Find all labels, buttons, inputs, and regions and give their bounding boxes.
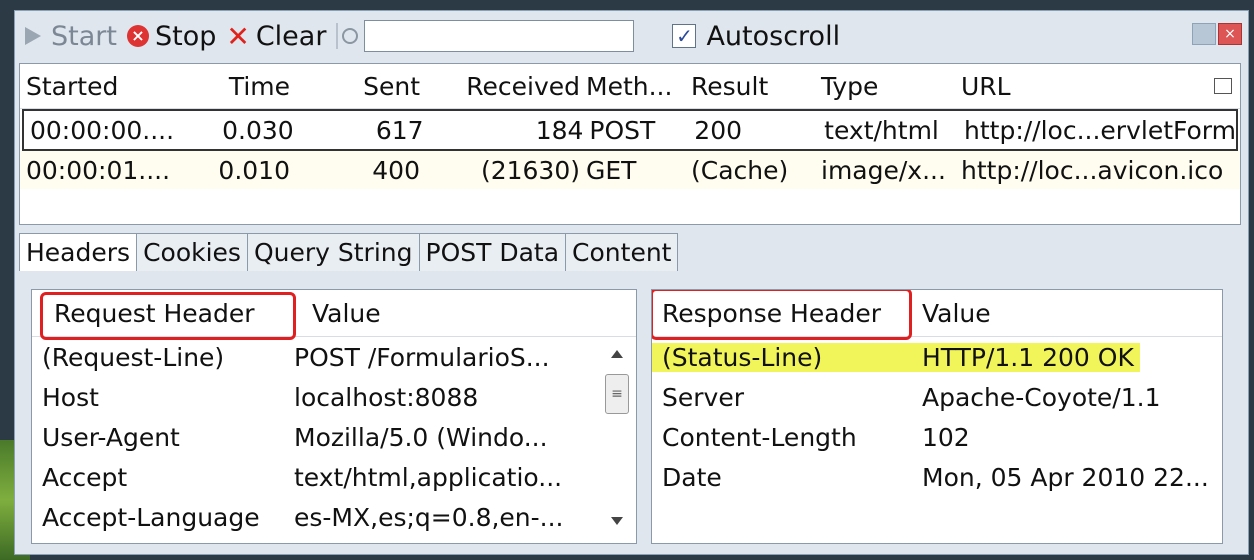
list-item[interactable]: Server Apache-Coyote/1.1: [652, 377, 1222, 417]
request-header-name: Accept-Language: [42, 502, 260, 532]
response-panel-header: Response Header Value: [652, 290, 1222, 340]
clear-label: Clear: [255, 20, 327, 52]
autoscroll-checkbox[interactable]: ✓: [672, 24, 697, 48]
callout-box: [40, 292, 296, 340]
list-item[interactable]: User-Agent Mozilla/5.0 (Windo...: [32, 417, 636, 457]
request-header-name: User-Agent: [42, 422, 180, 452]
response-value-col[interactable]: Value: [922, 299, 991, 328]
response-header-name: (Status-Line): [652, 342, 922, 372]
toolbar: Start × Stop ✕ Clear ✓ Autoscroll ×: [15, 11, 1248, 61]
close-icon[interactable]: ×: [1218, 23, 1242, 45]
list-item[interactable]: Accept text/html,applicatio...: [32, 457, 636, 497]
clear-icon: ✕: [226, 19, 250, 53]
request-panel-header: Request Header Value: [32, 290, 636, 340]
scroll-up-icon[interactable]: [611, 350, 623, 358]
list-item[interactable]: Host localhost:8088: [32, 377, 636, 417]
response-header-name: Date: [662, 462, 722, 492]
cell-type: text/html: [824, 115, 939, 145]
scroll-down-icon[interactable]: [611, 517, 623, 525]
request-header-value: Mozilla/5.0 (Windo...: [294, 422, 548, 452]
cell-type: image/x...: [821, 155, 946, 185]
cell-started: 00:00:01....: [26, 155, 171, 185]
request-header-value: POST /FormularioS...: [294, 342, 550, 372]
col-started[interactable]: Started: [20, 72, 190, 101]
restore-icon[interactable]: [1192, 23, 1216, 45]
list-header: Started Time Sent Received Meth... Resul…: [20, 64, 1240, 109]
toolbar-separator: [336, 23, 339, 49]
callout-box: [652, 290, 912, 340]
detail-tabs: Headers Cookies Query String POST Data C…: [19, 233, 679, 271]
cell-url: http://loc...avicon.ico: [961, 155, 1224, 185]
request-header-name: Accept: [42, 462, 128, 492]
stop-icon: ×: [126, 25, 149, 47]
list-item[interactable]: (Status-Line) HTTP/1.1 200 OK: [652, 337, 1222, 377]
start-label: Start: [51, 20, 117, 52]
cell-time: 0.010: [218, 155, 290, 185]
col-url[interactable]: URL: [955, 72, 1214, 101]
response-headers-panel: Response Header Value (Status-Line) HTTP…: [651, 289, 1223, 544]
response-header-name: Server: [662, 382, 744, 412]
col-sent[interactable]: Sent: [290, 72, 420, 101]
cell-sent: 400: [372, 155, 420, 185]
scroll-thumb[interactable]: ≡: [605, 374, 629, 414]
response-header-value: Mon, 05 Apr 2010 22...: [922, 462, 1209, 492]
cell-result: (Cache): [691, 155, 789, 185]
cell-method: POST: [589, 115, 656, 145]
stop-button[interactable]: × Stop: [126, 20, 217, 52]
col-method[interactable]: Meth...: [580, 72, 685, 101]
list-item[interactable]: Content-Length 102: [652, 417, 1222, 457]
tab-cookies[interactable]: Cookies: [136, 233, 248, 271]
autoscroll-label: Autoscroll: [706, 20, 841, 52]
cell-url: http://loc...ervletForm: [964, 115, 1236, 145]
request-value-col[interactable]: Value: [292, 299, 381, 328]
request-list: Started Time Sent Received Meth... Resul…: [19, 63, 1241, 225]
tab-query-string[interactable]: Query String: [246, 233, 420, 271]
cell-result: 200: [694, 115, 743, 145]
list-item[interactable]: Accept-Language es-MX,es;q=0.8,en-...: [32, 497, 636, 537]
clear-button[interactable]: ✕ Clear: [226, 20, 326, 53]
column-chooser-icon[interactable]: c: [1214, 78, 1232, 94]
vertical-scrollbar[interactable]: ≡: [604, 338, 630, 537]
search-icon: [342, 28, 359, 44]
table-row[interactable]: 00:00:00.... 0.030 617 184 POST 200 text…: [22, 109, 1238, 151]
table-row[interactable]: 00:00:01.... 0.010 400 (21630) GET (Cach…: [20, 151, 1240, 189]
tab-content[interactable]: Content: [565, 233, 679, 271]
response-header-value: HTTP/1.1 200 OK: [922, 342, 1140, 372]
tab-post-data[interactable]: POST Data: [418, 233, 567, 271]
play-icon: [25, 27, 41, 45]
list-item[interactable]: Date Mon, 05 Apr 2010 22...: [652, 457, 1222, 497]
cell-sent: 617: [375, 115, 424, 145]
request-header-name: (Request-Line): [42, 342, 225, 372]
response-header-name: Content-Length: [662, 422, 857, 452]
request-header-name: Host: [42, 382, 99, 412]
response-header-value: 102: [922, 422, 970, 452]
cell-started: 00:00:00....: [30, 115, 175, 145]
response-header-value: Apache-Coyote/1.1: [922, 382, 1161, 412]
request-header-value: es-MX,es;q=0.8,en-...: [294, 502, 564, 532]
start-button[interactable]: Start: [25, 21, 117, 52]
request-header-value: text/html,applicatio...: [294, 462, 563, 492]
http-watch-window: Start × Stop ✕ Clear ✓ Autoscroll × Star…: [14, 10, 1249, 555]
cell-received: (21630): [480, 155, 580, 185]
col-time[interactable]: Time: [190, 72, 290, 101]
col-type[interactable]: Type: [815, 72, 955, 101]
list-item[interactable]: (Request-Line) POST /FormularioS...: [32, 337, 636, 377]
request-header-value: localhost:8088: [294, 382, 479, 412]
stop-label: Stop: [154, 20, 217, 52]
cell-method: GET: [586, 155, 637, 185]
cell-received: 184: [535, 115, 584, 145]
request-headers-panel: Request Header Value (Request-Line) POST…: [31, 289, 637, 544]
col-result[interactable]: Result: [685, 72, 815, 101]
tab-headers[interactable]: Headers: [19, 233, 138, 271]
window-controls: ×: [1192, 23, 1242, 45]
cell-time: 0.030: [222, 115, 294, 145]
col-received[interactable]: Received: [420, 72, 580, 101]
search-input[interactable]: [364, 20, 635, 52]
